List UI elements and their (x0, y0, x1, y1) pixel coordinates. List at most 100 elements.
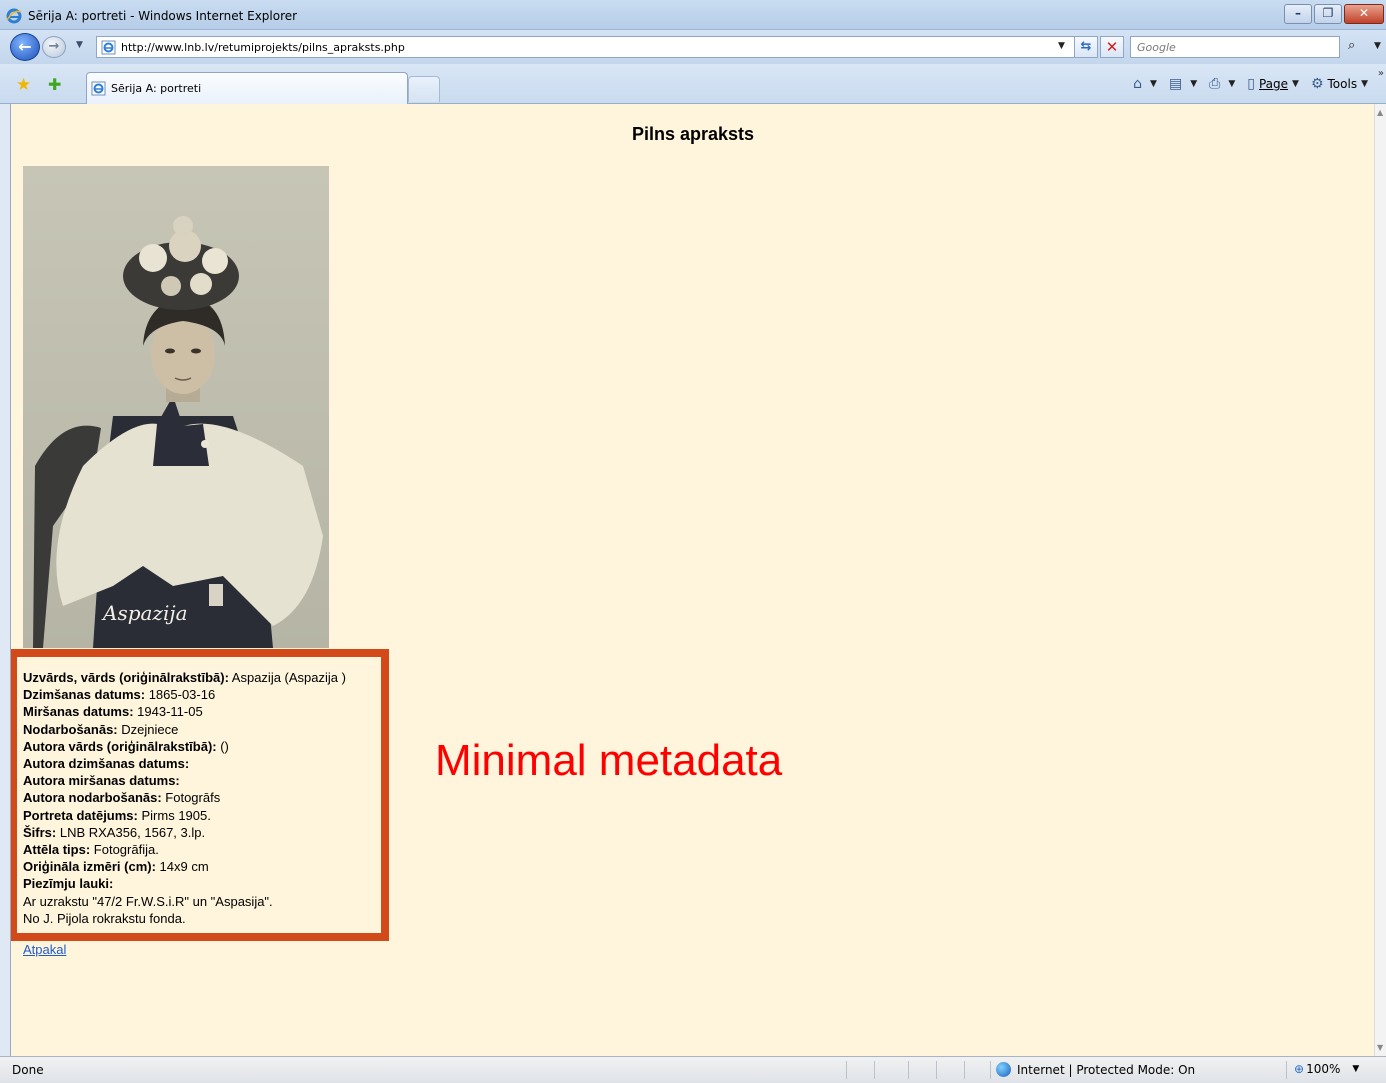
chevron-down-icon: ▼ (1150, 79, 1157, 89)
zoom-level: 100% (1306, 1062, 1341, 1076)
status-divider (908, 1061, 909, 1079)
zoom-control[interactable]: ⊕ 100% ▼ (1294, 1062, 1359, 1076)
chevron-down-icon: ▼ (1352, 1064, 1360, 1074)
portrait-photo: Aspazija (23, 166, 329, 648)
zoom-magnifier-icon: ⊕ (1294, 1062, 1305, 1076)
ie-logo-icon (6, 8, 22, 24)
scroll-up-icon[interactable]: ▲ (1377, 108, 1383, 117)
globe-icon (996, 1062, 1011, 1077)
page-icon: ▯ (1247, 76, 1255, 92)
metadata-value: 1943-11-05 (133, 704, 203, 720)
address-dropdown[interactable]: ▼ (1058, 41, 1065, 51)
new-tab-button[interactable] (408, 76, 440, 102)
tools-menu-label: Tools (1327, 77, 1358, 91)
gear-icon: ⚙ (1310, 76, 1324, 92)
metadata-row: Autora dzimšanas datums: (23, 755, 346, 772)
metadata-row: Piezīmju lauki: (23, 875, 346, 892)
chevron-down-icon: ▼ (1361, 79, 1368, 89)
security-zone[interactable]: Internet | Protected Mode: On (996, 1062, 1195, 1077)
metadata-row: Uzvārds, vārds (oriģinālrakstībā): Aspaz… (23, 669, 346, 686)
back-button[interactable]: ← (10, 33, 40, 61)
back-arrow-icon: ← (18, 37, 32, 56)
metadata-key: Portreta datējums: (23, 807, 138, 823)
minimize-button[interactable]: – (1284, 4, 1312, 24)
refresh-icon: ⇆ (1080, 39, 1092, 54)
chevron-down-icon: ▼ (1190, 79, 1198, 89)
close-icon: ✕ (1358, 6, 1370, 20)
metadata-value: LNB RXA356, 1567, 3.lp. (56, 824, 206, 840)
metadata-row: Oriģināla izmēri (cm): 14x9 cm (23, 858, 346, 875)
address-field[interactable] (96, 36, 1076, 58)
minimize-icon: – (1295, 6, 1301, 20)
tab-serija-a-portreti[interactable]: Sērija A: portreti (86, 72, 408, 104)
home-icon: ⌂ (1133, 76, 1143, 92)
metadata-panel: Uzvārds, vārds (oriģinālrakstībā): Aspaz… (11, 649, 389, 941)
metadata-key: Piezīmju lauki: (23, 876, 114, 892)
search-field[interactable] (1130, 36, 1340, 58)
metadata-value: 1865-03-16 (145, 687, 216, 703)
tools-menu[interactable]: ⚙ Tools ▼ (1311, 76, 1368, 92)
metadata-row: Portreta datējums: Pirms 1905. (23, 807, 346, 824)
page-menu[interactable]: ▯ Page ▼ (1247, 76, 1299, 92)
metadata-row: Miršanas datums: 1943-11-05 (23, 703, 346, 720)
vertical-scrollbar[interactable]: ▲ ▼ (1374, 104, 1386, 1056)
portrait-signature: Aspazija (101, 601, 188, 625)
search-options-dropdown[interactable]: ▼ (1374, 41, 1381, 51)
rss-feed-icon: ▤ (1168, 76, 1183, 92)
refresh-button[interactable]: ⇆ (1074, 36, 1098, 58)
metadata-value: 14x9 cm (155, 859, 209, 875)
favorites-star-icon[interactable]: ★ (16, 75, 31, 95)
security-zone-label: Internet | Protected Mode: On (1017, 1062, 1196, 1077)
maximize-button[interactable]: ❐ (1314, 4, 1342, 24)
add-favorite-icon[interactable]: ✚ (48, 75, 61, 94)
forward-arrow-icon: → (48, 39, 60, 54)
metadata-value: Pirms 1905. (137, 807, 211, 823)
metadata-value: Fotogrāfija. (90, 842, 159, 858)
status-divider (874, 1061, 875, 1079)
feeds-button[interactable]: ▤ ▼ (1169, 76, 1197, 92)
metadata-row: Dzimšanas datums: 1865-03-16 (23, 686, 346, 703)
metadata-key: Autora miršanas datums: (23, 773, 180, 789)
close-window-button[interactable]: ✕ (1344, 4, 1384, 24)
scroll-down-icon[interactable]: ▼ (1377, 1043, 1383, 1052)
metadata-key: Autora dzimšanas datums: (23, 756, 190, 772)
more-commands-icon[interactable]: » (1378, 68, 1384, 79)
status-divider (936, 1061, 937, 1079)
printer-icon: ⎙ (1209, 76, 1221, 92)
status-divider (1286, 1061, 1287, 1079)
ie-page-icon (101, 40, 116, 55)
metadata-note: No J. Pijola rokrakstu fonda. (23, 910, 186, 926)
annotation-label: Minimal metadata (435, 736, 783, 785)
tab-label: Sērija A: portreti (111, 82, 202, 95)
print-button[interactable]: ⎙ ▼ (1209, 76, 1235, 92)
back-link[interactable]: Atpakal (23, 942, 66, 957)
search-icon[interactable]: ⌕ (1348, 38, 1355, 53)
ie-page-icon (91, 81, 106, 96)
stop-icon: ✕ (1105, 38, 1119, 56)
maximize-icon: ❐ (1322, 6, 1334, 20)
status-bar: Done Internet | Protected Mode: On ⊕ 100… (0, 1056, 1386, 1083)
status-divider (964, 1061, 965, 1079)
chevron-down-icon: ▼ (1292, 79, 1299, 89)
metadata-key: Autora nodarbošanās: (23, 790, 162, 806)
search-input[interactable] (1137, 39, 1327, 55)
address-toolbar: ← → ▼ ▼ ⇆ ✕ ⌕ ▼ (0, 30, 1386, 64)
forward-button[interactable]: → (42, 36, 66, 58)
window-titlebar: Sērija A: portreti - Windows Internet Ex… (0, 0, 1386, 30)
status-divider (846, 1061, 847, 1079)
metadata-row: Autora vārds (oriģinālrakstībā): () (23, 738, 346, 755)
home-button[interactable]: ⌂ ▼ (1133, 76, 1157, 92)
stop-button[interactable]: ✕ (1100, 36, 1124, 58)
window-title: Sērija A: portreti - Windows Internet Ex… (28, 9, 298, 23)
recent-pages-dropdown[interactable]: ▼ (76, 40, 83, 50)
metadata-key: Attēla tips: (23, 842, 91, 858)
url-input[interactable] (121, 39, 1061, 55)
metadata-row: Šifrs: LNB RXA356, 1567, 3.lp. (23, 824, 346, 841)
metadata-value: Fotogrāfs (161, 790, 221, 806)
page-title: Pilns apraksts (631, 124, 755, 144)
metadata-row: Nodarbošanās: Dzejniece (23, 721, 346, 738)
status-divider (990, 1061, 991, 1079)
metadata-row: Attēla tips: Fotogrāfija. (23, 841, 346, 858)
metadata-note: Ar uzrakstu "47/2 Fr.W.S.i.R" un "Aspasi… (23, 893, 273, 909)
page-content: Pilns apraksts Aspazija Uzvārds, vārds (… (10, 104, 1374, 1056)
